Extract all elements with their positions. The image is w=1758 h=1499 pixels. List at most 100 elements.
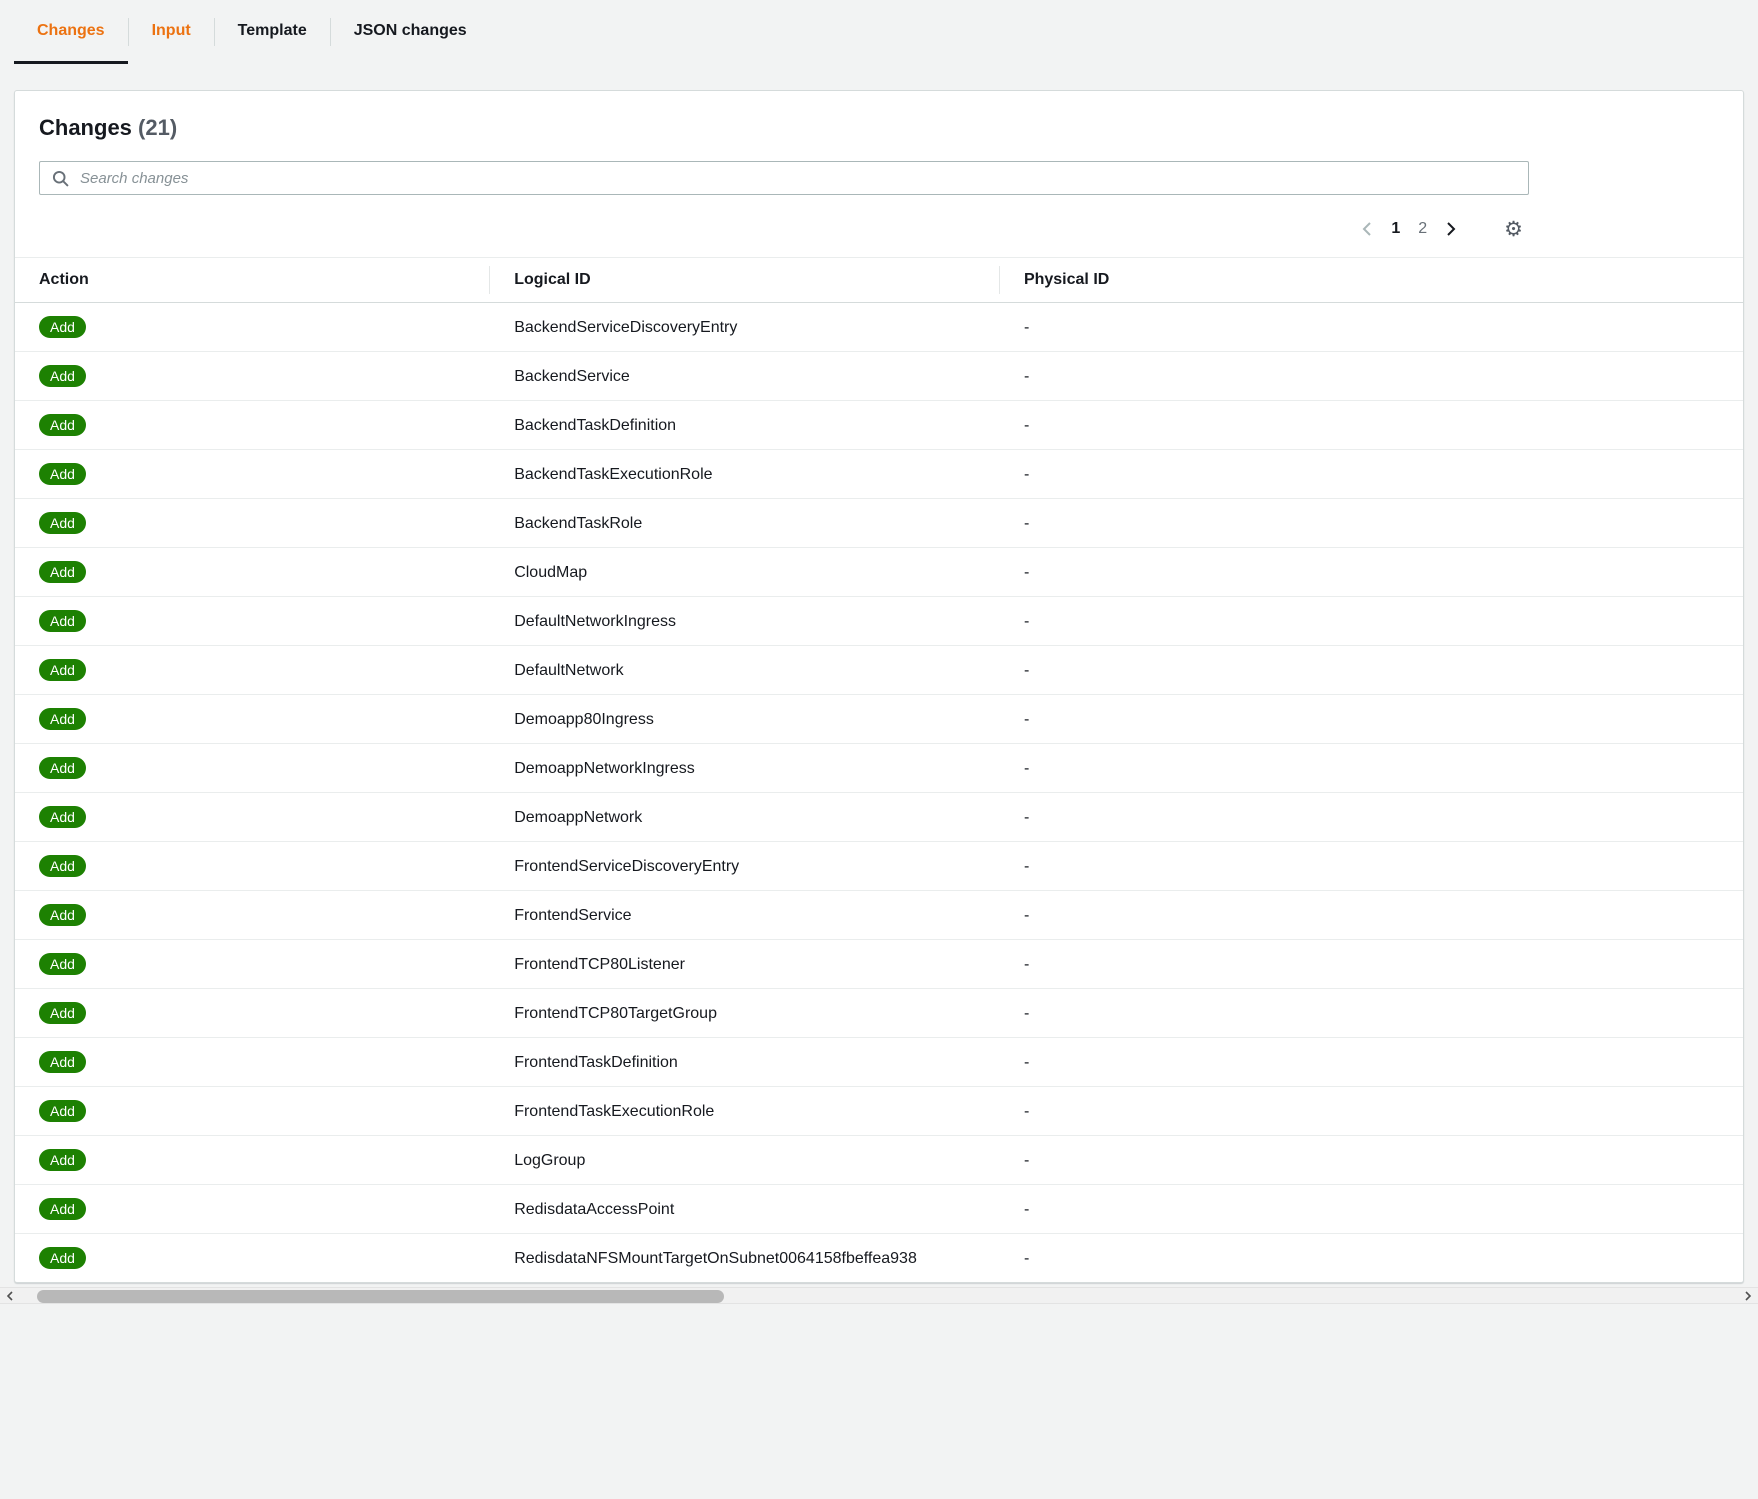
action-badge: Add [39,512,86,534]
table-row: Add FrontendTCP80TargetGroup - [15,988,1743,1038]
physical-id-cell: - [999,841,1743,891]
next-page-button[interactable] [1436,217,1466,241]
logical-id-cell: FrontendTCP80TargetGroup [490,988,1000,1038]
table-row: Add BackendTaskRole - [15,498,1743,548]
logical-id-cell: FrontendTaskDefinition [490,1037,1000,1087]
logical-id-cell: FrontendService [490,890,1000,940]
physical-id-cell: - [999,400,1743,450]
logical-id-cell: Demoapp80Ingress [490,694,1000,744]
table-row: Add DefaultNetwork - [15,645,1743,695]
table-row: Add FrontendTaskDefinition - [15,1037,1743,1087]
physical-id-cell: - [999,890,1743,940]
gear-icon: ⚙ [1504,217,1523,241]
action-badge: Add [39,316,86,338]
changes-table: Action Logical ID Physical ID Add Backen… [15,257,1743,1282]
physical-id-cell: - [999,1086,1743,1136]
scrollbar-track[interactable] [20,1288,1738,1303]
logical-id-cell: RedisdataAccessPoint [490,1184,1000,1234]
physical-id-cell: - [999,351,1743,401]
action-badge: Add [39,855,86,877]
page-1-button[interactable]: 1 [1382,217,1409,241]
logical-id-cell: CloudMap [490,547,1000,597]
tab-template[interactable]: Template [215,0,330,64]
table-row: Add RedisdataNFSMountTargetOnSubnet00641… [15,1233,1743,1282]
action-badge: Add [39,1002,86,1024]
table-row: Add BackendService - [15,351,1743,401]
tab-json-changes[interactable]: JSON changes [331,0,490,64]
physical-id-cell: - [999,547,1743,597]
action-badge: Add [39,659,86,681]
action-badge: Add [39,1051,86,1073]
physical-id-cell: - [999,743,1743,793]
physical-id-cell: - [999,449,1743,499]
table-row: Add FrontendTaskExecutionRole - [15,1086,1743,1136]
table-row: Add DefaultNetworkIngress - [15,596,1743,646]
physical-id-cell: - [999,596,1743,646]
search-box [39,161,1529,195]
logical-id-cell: DemoappNetworkIngress [490,743,1000,793]
action-badge: Add [39,1100,86,1122]
settings-button[interactable]: ⚙ [1498,219,1529,240]
previous-page-button[interactable] [1352,217,1382,241]
logical-id-cell: BackendTaskRole [490,498,1000,548]
logical-id-cell: BackendTaskDefinition [490,400,1000,450]
horizontal-scrollbar [0,1287,1758,1304]
table-row: Add LogGroup - [15,1135,1743,1185]
search-input[interactable] [39,161,1529,195]
page-title-text: Changes [39,115,132,140]
physical-id-cell: - [999,498,1743,548]
physical-id-cell: - [999,645,1743,695]
table-row: Add BackendServiceDiscoveryEntry - [15,303,1743,352]
physical-id-cell: - [999,939,1743,989]
action-badge: Add [39,757,86,779]
physical-id-cell: - [999,1233,1743,1282]
table-row: Add DemoappNetwork - [15,792,1743,842]
page-title: Changes (21) [39,115,1719,141]
table-row: Add FrontendTCP80Listener - [15,939,1743,989]
table-row: Add FrontendService - [15,890,1743,940]
chevron-right-icon [1445,221,1457,237]
tab-input[interactable]: Input [129,0,214,64]
logical-id-cell: FrontendTCP80Listener [490,939,1000,989]
logical-id-cell: RedisdataNFSMountTargetOnSubnet0064158fb… [490,1233,1000,1282]
logical-id-cell: BackendService [490,351,1000,401]
logical-id-cell: BackendTaskExecutionRole [490,449,1000,499]
physical-id-cell: - [1023,318,1030,336]
action-badge: Add [39,1149,86,1171]
table-row: Add FrontendServiceDiscoveryEntry - [15,841,1743,891]
action-badge: Add [39,463,86,485]
table-row: Add Demoapp80Ingress - [15,694,1743,744]
logical-id-cell: DefaultNetwork [490,645,1000,695]
action-badge: Add [39,561,86,583]
table-header: Action Logical ID Physical ID [15,257,1743,303]
physical-id-cell: - [999,792,1743,842]
action-badge: Add [39,953,86,975]
logical-id-cell: BackendServiceDiscoveryEntry [514,318,738,336]
logical-id-cell: LogGroup [490,1135,1000,1185]
column-header-action: Action [15,257,491,303]
logical-id-cell: DefaultNetworkIngress [490,596,1000,646]
physical-id-cell: - [999,1037,1743,1087]
scrollbar-thumb[interactable] [37,1290,725,1303]
physical-id-cell: - [999,694,1743,744]
action-badge: Add [39,1198,86,1220]
action-badge: Add [39,365,86,387]
column-header-physical-id: Physical ID [999,257,1743,303]
physical-id-cell: - [999,1184,1743,1234]
scroll-left-button[interactable] [0,1288,20,1303]
page-2-button[interactable]: 2 [1409,217,1436,241]
action-badge: Add [39,806,86,828]
physical-id-cell: - [999,1135,1743,1185]
pagination-controls: 1 2 ⚙ [39,209,1529,257]
physical-id-cell: - [999,988,1743,1038]
logical-id-cell: DemoappNetwork [490,792,1000,842]
table-row: Add BackendTaskExecutionRole - [15,449,1743,499]
tab-bar: Changes Input Template JSON changes [0,0,1758,64]
scroll-right-button[interactable] [1738,1288,1758,1303]
changes-count: (21) [138,115,178,140]
table-row: Add RedisdataAccessPoint - [15,1184,1743,1234]
panel-header: Changes (21) 1 2 [15,91,1743,257]
changes-panel: Changes (21) 1 2 [14,90,1744,1283]
action-badge: Add [39,1247,86,1269]
tab-changes[interactable]: Changes [14,0,128,64]
